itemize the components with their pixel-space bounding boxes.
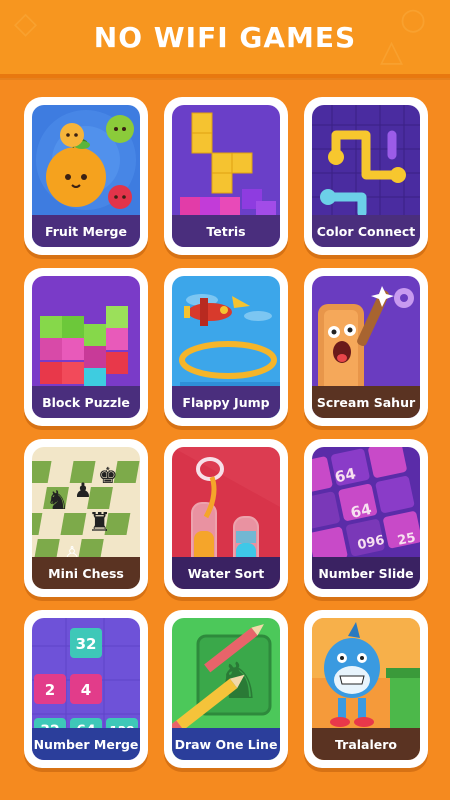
merge-tile-number: 32 — [76, 635, 97, 653]
game-tile: Water Sort — [172, 447, 280, 589]
game-label: Flappy Jump — [172, 386, 280, 418]
page-title: NO WIFI GAMES — [93, 20, 357, 54]
game-card-flappy-jump[interactable]: Flappy Jump — [164, 268, 288, 426]
game-card-number-merge[interactable]: 32 2 4 32 64 128 Number Merge — [24, 610, 148, 768]
game-label: Tetris — [172, 215, 280, 247]
game-card-draw-one-line[interactable]: ♞ Draw One Line — [164, 610, 288, 768]
svg-text:♚: ♚ — [98, 464, 118, 489]
game-card-mini-chess[interactable]: ♞ ♟ ♚ ♜ ♙ Mini Chess — [24, 439, 148, 597]
game-tile: 64 64 096 25 Number Slide — [312, 447, 420, 589]
decor-shape: △ — [380, 34, 404, 69]
svg-text:♞: ♞ — [46, 486, 69, 516]
game-tile: Scream Sahur — [312, 276, 420, 418]
game-card-fruit-merge[interactable]: Fruit Merge — [24, 97, 148, 255]
game-label: Color Connect — [312, 215, 420, 247]
merge-tile-number: 2 — [45, 681, 55, 699]
svg-text:♜: ♜ — [88, 508, 111, 538]
game-label: Scream Sahur — [312, 386, 420, 418]
game-label: Number Merge — [32, 728, 140, 760]
game-label: Mini Chess — [32, 557, 140, 589]
svg-text:♟: ♟ — [74, 478, 92, 502]
game-tile: Flappy Jump — [172, 276, 280, 418]
game-grid: Fruit Merge Tetris Color Connect Block P… — [24, 97, 428, 768]
game-tile: ♞ ♟ ♚ ♜ ♙ Mini Chess — [32, 447, 140, 589]
game-tile: 32 2 4 32 64 128 Number Merge — [32, 618, 140, 760]
game-label: Number Slide — [312, 557, 420, 589]
game-label: Draw One Line — [172, 728, 280, 760]
game-label: Block Puzzle — [32, 386, 140, 418]
header-bar: ◇ △ ○ NO WIFI GAMES — [0, 0, 450, 78]
game-card-scream-sahur[interactable]: Scream Sahur — [304, 268, 428, 426]
game-card-block-puzzle[interactable]: Block Puzzle — [24, 268, 148, 426]
merge-tile-number: 4 — [81, 681, 91, 699]
decor-shape: ◇ — [14, 6, 38, 41]
game-card-water-sort[interactable]: Water Sort — [164, 439, 288, 597]
game-label: Fruit Merge — [32, 215, 140, 247]
game-tile: Tralalero — [312, 618, 420, 760]
game-tile: Block Puzzle — [32, 276, 140, 418]
game-tile: Tetris — [172, 105, 280, 247]
game-tile: ♞ Draw One Line — [172, 618, 280, 760]
game-tile: Color Connect — [312, 105, 420, 247]
game-tile: Fruit Merge — [32, 105, 140, 247]
game-card-tralalero[interactable]: Tralalero — [304, 610, 428, 768]
game-card-number-slide[interactable]: 64 64 096 25 Number Slide — [304, 439, 428, 597]
game-card-tetris[interactable]: Tetris — [164, 97, 288, 255]
game-label: Water Sort — [172, 557, 280, 589]
game-label: Tralalero — [312, 728, 420, 760]
decor-shape: ○ — [400, 2, 427, 37]
game-card-color-connect[interactable]: Color Connect — [304, 97, 428, 255]
